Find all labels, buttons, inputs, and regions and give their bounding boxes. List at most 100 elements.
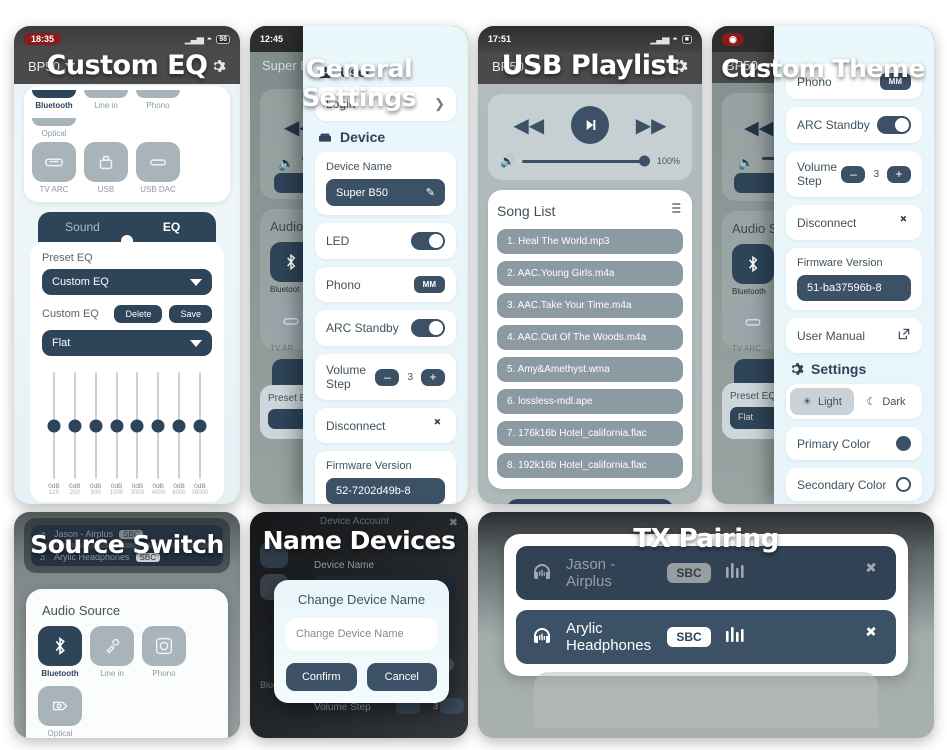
device-selector[interactable]: BP50: [28, 59, 75, 74]
gear-icon[interactable]: [672, 58, 688, 74]
unplug-icon[interactable]: [431, 417, 445, 434]
theme-segment[interactable]: ☀ Light ☾ Dark: [786, 384, 922, 419]
row-user-manual[interactable]: User Manual: [786, 318, 922, 353]
external-link-icon[interactable]: [897, 327, 911, 344]
tab-bar[interactable]: Sound EQ: [506, 499, 674, 504]
panel-name-devices[interactable]: Device Account ✖ Device Name ARC Standby…: [250, 512, 468, 738]
eq-knob[interactable]: [172, 419, 186, 432]
volume-step-stepper[interactable]: – 3 +: [841, 165, 911, 183]
device-selector[interactable]: BP50: [492, 59, 539, 74]
song-item[interactable]: 5. Amy&Amethyst.wma: [497, 357, 683, 382]
eq-band-8000[interactable]: 0dB 8000: [169, 372, 189, 496]
save-button[interactable]: Save: [169, 305, 212, 323]
tab-sound[interactable]: Sound: [38, 212, 127, 242]
device-name-field[interactable]: Super B50 ✎: [326, 179, 445, 206]
source-tv-arc[interactable]: TV ARC: [32, 142, 76, 194]
phono-mode-chip[interactable]: MM: [879, 73, 911, 90]
phono-mode-chip[interactable]: MM: [413, 276, 445, 293]
row-volume-step[interactable]: Volume Step – 3 +: [786, 151, 922, 197]
song-item[interactable]: 8. 192k16b Hotel_california.flac: [497, 453, 683, 478]
theme-dark-option[interactable]: ☾ Dark: [854, 388, 918, 415]
eq-band-250[interactable]: 0dB 250: [65, 372, 85, 496]
play-pause-button[interactable]: [570, 106, 609, 144]
tab-bar[interactable]: Sound EQ: [38, 212, 216, 247]
change-device-name-dialog[interactable]: Change Device Name Change Device Name Co…: [274, 580, 449, 703]
plus-button[interactable]: +: [421, 368, 445, 386]
tx-device-row[interactable]: Jason - Airplus SBC: [516, 546, 896, 600]
song-item[interactable]: 2. AAC.Young Girls.m4a: [497, 261, 683, 286]
panel-usb-playlist[interactable]: 17:51 ▁▃▅ ◓ ■ BP50 ◀◀ ▶▶ 🔊 100% Song Lis…: [478, 26, 702, 504]
led-toggle[interactable]: [411, 232, 445, 250]
song-item[interactable]: 4. AAC.Out Of The Woods.m4a: [497, 325, 683, 350]
arc-standby-toggle[interactable]: [411, 319, 445, 337]
codec-chip[interactable]: SBC: [667, 627, 711, 647]
eq-knob[interactable]: [68, 419, 82, 432]
unplug-icon[interactable]: [897, 214, 911, 231]
volume-row[interactable]: 🔊 100%: [500, 154, 680, 168]
source-bluetooth[interactable]: Bluetooth: [38, 626, 82, 678]
row-arc-standby[interactable]: ARC Standby: [315, 310, 456, 346]
song-item[interactable]: 3. AAC.Take Your Time.m4a: [497, 293, 683, 318]
panel-source-switch[interactable]: ♬ Jason - Airplus SBC ♬ Arylic Headphone…: [14, 512, 240, 738]
tab-eq[interactable]: EQ: [127, 212, 216, 242]
volume-slider[interactable]: [521, 155, 650, 167]
eq-knob[interactable]: [151, 419, 165, 432]
panel-custom-eq[interactable]: 18:35 ▁▃▅ ◓ 98 BP50 Bluetooth Line in Ph…: [14, 26, 240, 504]
volume-knob[interactable]: [638, 155, 650, 167]
row-disconnect[interactable]: Disconnect: [315, 408, 456, 443]
source-usb[interactable]: USB: [84, 142, 128, 194]
eq-knob[interactable]: [47, 419, 61, 432]
unplug-icon[interactable]: [860, 624, 882, 651]
primary-color-swatch[interactable]: [896, 436, 911, 451]
row-arc-standby[interactable]: ARC Standby: [786, 107, 922, 143]
next-icon[interactable]: ▶▶: [636, 113, 667, 138]
source-optical[interactable]: Optical: [38, 686, 82, 738]
eq-band-4000[interactable]: 0dB 4000: [148, 372, 168, 496]
source-optical[interactable]: Optical: [32, 118, 76, 138]
eq-curve-select[interactable]: Flat: [42, 330, 212, 356]
eq-knob[interactable]: [89, 419, 103, 432]
settings-sheet[interactable]: User Login ❯ Device Device Name Super B5…: [303, 26, 468, 504]
source-line-in[interactable]: Line in: [84, 90, 128, 110]
minus-button[interactable]: –: [375, 368, 400, 386]
row-volume-step[interactable]: Volume Step – 3 +: [315, 354, 456, 400]
preset-eq-select[interactable]: Custom EQ: [42, 269, 212, 295]
plus-button[interactable]: +: [887, 165, 911, 183]
minus-button[interactable]: –: [841, 165, 866, 183]
gear-icon[interactable]: [210, 58, 226, 74]
device-name-input[interactable]: Change Device Name: [286, 618, 437, 650]
source-phono[interactable]: Phono: [142, 626, 186, 678]
eq-knob[interactable]: [110, 419, 124, 432]
edit-pencil-icon[interactable]: ✎: [426, 186, 435, 199]
list-icon[interactable]: [667, 200, 683, 221]
tab-sound[interactable]: Sound: [506, 499, 590, 504]
row-phono[interactable]: Phono MM: [315, 267, 456, 302]
arc-standby-toggle[interactable]: [877, 116, 911, 134]
theme-light-option[interactable]: ☀ Light: [790, 388, 854, 415]
theme-settings-sheet[interactable]: Phono MM ARC Standby Volume Step – 3 + D…: [774, 26, 934, 504]
row-primary-color[interactable]: Primary Color: [786, 427, 922, 460]
source-usb-dac[interactable]: USB DAC: [136, 142, 180, 194]
song-item[interactable]: 7. 176k16b Hotel_california.flac: [497, 421, 683, 446]
eq-band-16000[interactable]: 0dB 16000: [190, 372, 210, 496]
codec-chip[interactable]: SBC: [667, 563, 711, 583]
eq-band-1000[interactable]: 0dB 1000: [107, 372, 127, 496]
close-icon[interactable]: ✖: [449, 516, 458, 529]
row-login[interactable]: Login ❯: [315, 87, 456, 121]
panel-general-settings[interactable]: 12:45 ▁▃▅◓■ Super B50 ◀◀ 🔈 Audio Bluetoo…: [250, 26, 468, 504]
panel-custom-theme[interactable]: ◉ ▁▃▅◓95 BP50 ◀◀ 🔈 Audio S Blue: [712, 26, 934, 504]
row-led[interactable]: LED: [315, 223, 456, 259]
song-item[interactable]: 1. Heal The World.mp3: [497, 229, 683, 254]
eq-knob[interactable]: [130, 419, 144, 432]
device-selector[interactable]: BP50: [726, 58, 773, 73]
source-line-in[interactable]: Line in: [90, 626, 134, 678]
delete-button[interactable]: Delete: [114, 305, 163, 323]
volume-step-stepper[interactable]: – 3 +: [375, 368, 445, 386]
confirm-button[interactable]: Confirm: [286, 663, 357, 691]
row-disconnect[interactable]: Disconnect: [786, 205, 922, 240]
row-device-name[interactable]: Device Name Super B50 ✎: [315, 152, 456, 215]
eq-band-2000[interactable]: 0dB 2000: [127, 372, 147, 496]
source-bluetooth[interactable]: Bluetooth: [32, 90, 76, 110]
previous-icon[interactable]: ◀◀: [513, 113, 544, 138]
secondary-color-swatch[interactable]: [896, 477, 911, 492]
